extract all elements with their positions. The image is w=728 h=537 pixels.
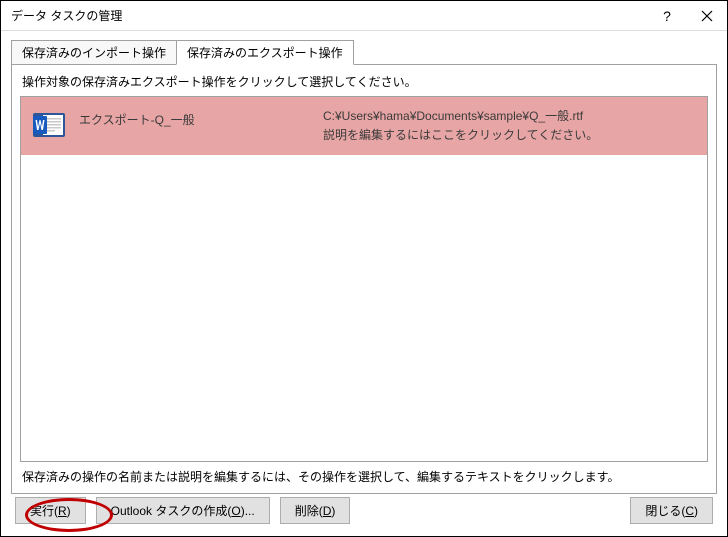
tab-strip: 保存済みのインポート操作 保存済みのエクスポート操作 <box>11 39 717 64</box>
tab-saved-imports[interactable]: 保存済みのインポート操作 <box>11 40 177 65</box>
export-list[interactable]: エクスポート-Q_一般 C:¥Users¥hama¥Documents¥samp… <box>20 96 708 462</box>
close-button-label: 閉じる(C) <box>645 504 698 518</box>
hint-text: 保存済みの操作の名前または説明を編集するには、その操作を選択して、編集するテキス… <box>20 468 708 485</box>
tab-saved-exports[interactable]: 保存済みのエクスポート操作 <box>176 40 354 65</box>
delete-button[interactable]: 削除(D) <box>280 497 351 524</box>
delete-button-label: 削除(D) <box>295 504 336 518</box>
close-window-button[interactable] <box>687 1 727 31</box>
tab-panel-exports: 操作対象の保存済みエクスポート操作をクリックして選択してください。 <box>11 64 717 494</box>
footer-buttons: 実行(R) Outlook タスクの作成(O)... 削除(D) 閉じる(C) <box>1 487 727 536</box>
outlook-task-button[interactable]: Outlook タスクの作成(O)... <box>96 497 270 524</box>
export-description[interactable]: 説明を編集するにはここをクリックしてください。 <box>323 126 695 145</box>
run-button-label: 実行(R) <box>30 504 71 518</box>
window-title: データ タスクの管理 <box>11 7 647 24</box>
instruction-text: 操作対象の保存済みエクスポート操作をクリックして選択してください。 <box>22 73 708 90</box>
help-button[interactable]: ? <box>647 1 687 31</box>
list-item[interactable]: エクスポート-Q_一般 C:¥Users¥hama¥Documents¥samp… <box>21 97 707 155</box>
export-details: C:¥Users¥hama¥Documents¥sample¥Q_一般.rtf … <box>323 107 695 145</box>
close-button[interactable]: 閉じる(C) <box>630 497 713 524</box>
close-icon <box>701 10 713 22</box>
titlebar: データ タスクの管理 ? <box>1 1 727 31</box>
export-name[interactable]: エクスポート-Q_一般 <box>79 107 309 128</box>
export-path: C:¥Users¥hama¥Documents¥sample¥Q_一般.rtf <box>323 107 695 126</box>
run-button[interactable]: 実行(R) <box>15 497 86 524</box>
content-area: 保存済みのインポート操作 保存済みのエクスポート操作 操作対象の保存済みエクスポ… <box>1 31 727 494</box>
word-doc-icon <box>33 109 65 141</box>
outlook-button-label: Outlook タスクの作成(O)... <box>111 504 255 518</box>
